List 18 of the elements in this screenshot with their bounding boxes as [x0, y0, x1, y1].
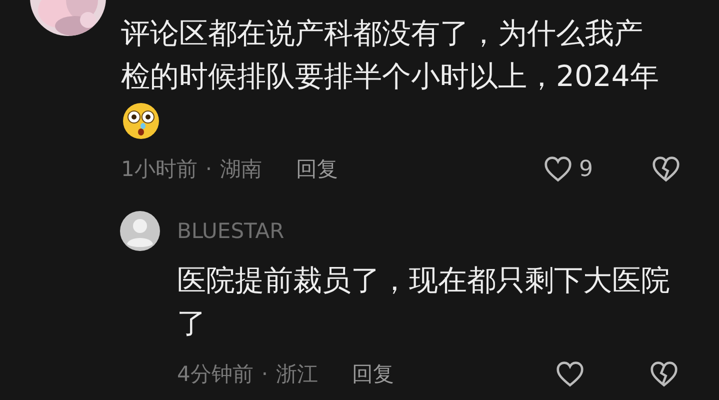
broken-heart-icon[interactable] [651, 155, 681, 183]
user-avatar-icon [120, 211, 160, 251]
like-icon[interactable] [555, 360, 585, 388]
reply-button[interactable]: 回复 [296, 155, 338, 183]
reply-text: 医院提前裁员了，现在都只剩下大医院了 [177, 262, 671, 342]
like-icon[interactable] [543, 155, 573, 183]
reply-button[interactable]: 回复 [352, 360, 394, 388]
reply-time: 4分钟前 [177, 361, 254, 388]
comment-time: 1小时前 [121, 156, 198, 183]
separator-dot: · [261, 362, 268, 386]
comment-text: 评论区都在说产科都没有了，为什么我产检的时候排队要排半个小时以上，2024年 [121, 15, 660, 95]
reply-location: 浙江 [276, 361, 318, 388]
comment-location: 湖南 [220, 156, 262, 183]
username[interactable]: BLUESTAR [177, 211, 719, 251]
shocked-face-icon [121, 101, 161, 141]
like-count: 9 [579, 156, 594, 182]
separator-dot: · [205, 157, 212, 181]
broken-heart-icon[interactable] [649, 360, 679, 388]
